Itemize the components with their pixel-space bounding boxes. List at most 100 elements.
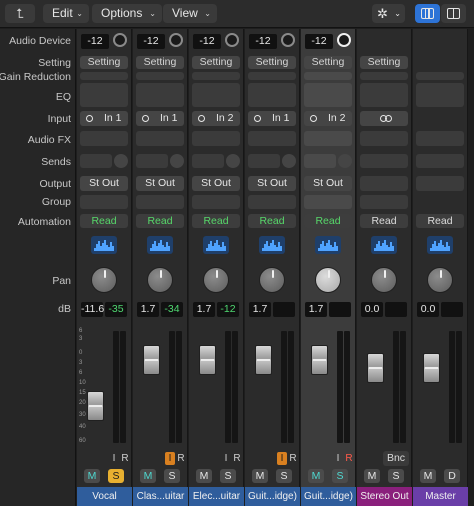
output-slot[interactable]: St Out (304, 176, 352, 191)
output-slot[interactable] (360, 176, 408, 191)
mute-button[interactable]: M (140, 469, 156, 483)
channel-name[interactable]: Elec...uitar (189, 487, 244, 506)
output-slot[interactable]: St Out (248, 176, 296, 191)
volume-db-value[interactable]: -11.6 (81, 302, 104, 317)
pan-knob[interactable] (259, 267, 285, 293)
mute-button[interactable]: M (364, 469, 380, 483)
mute-button[interactable]: M (252, 469, 268, 483)
gain-value[interactable]: -12 (137, 34, 165, 49)
volume-fader[interactable] (423, 353, 440, 383)
waveform-icon[interactable] (259, 236, 285, 254)
send-slot[interactable] (80, 154, 112, 168)
send-slot[interactable] (416, 154, 464, 168)
edit-menu[interactable]: Edit ⌄ (43, 4, 89, 23)
solo-button[interactable]: S (276, 469, 292, 483)
record-enable-button[interactable]: R (232, 452, 242, 465)
peak-db-value[interactable]: -12 (217, 302, 239, 317)
send-slot[interactable] (304, 154, 336, 168)
mute-button[interactable]: M (308, 469, 324, 483)
send-slot[interactable] (192, 154, 224, 168)
solo-button[interactable]: S (220, 469, 236, 483)
waveform-icon[interactable] (147, 236, 173, 254)
waveform-icon[interactable] (91, 236, 117, 254)
channel-name[interactable]: Clas...uitar (133, 487, 188, 506)
solo-button[interactable]: S (332, 469, 348, 483)
waveform-icon[interactable] (427, 236, 453, 254)
peak-db-value[interactable] (329, 302, 351, 317)
solo-button[interactable]: S (388, 469, 404, 483)
channel-name[interactable]: Master (413, 487, 468, 506)
automation-mode[interactable]: Read (304, 214, 352, 228)
record-enable-button[interactable]: R (120, 452, 130, 465)
volume-db-value[interactable]: 1.7 (137, 302, 159, 317)
output-slot[interactable] (416, 176, 464, 191)
volume-db-value[interactable]: 1.7 (305, 302, 327, 317)
gain-value[interactable]: -12 (249, 34, 277, 49)
send-level-knob[interactable] (338, 154, 352, 168)
group-slot[interactable] (80, 195, 128, 209)
gain-knob[interactable] (337, 33, 351, 47)
gain-knob[interactable] (225, 33, 239, 47)
settings-menu-button[interactable]: ✲ ⌄ (372, 4, 405, 23)
input-monitor-button[interactable]: I (333, 452, 343, 465)
automation-mode[interactable]: Read (192, 214, 240, 228)
audio-fx-slot[interactable] (192, 131, 240, 146)
send-level-knob[interactable] (282, 154, 296, 168)
volume-fader[interactable] (311, 345, 328, 376)
input-monitor-button[interactable]: I (109, 452, 119, 465)
back-button[interactable]: ⮤ (5, 4, 35, 23)
volume-fader[interactable] (367, 353, 384, 383)
automation-mode[interactable]: Read (248, 214, 296, 228)
input-monitor-button[interactable]: I (221, 452, 231, 465)
setting-button[interactable]: Setting (360, 56, 408, 69)
view-split-button[interactable] (441, 4, 466, 23)
gain-knob[interactable] (113, 33, 127, 47)
input-slot[interactable]: In 1 (80, 111, 128, 126)
waveform-icon[interactable] (203, 236, 229, 254)
audio-fx-slot[interactable] (136, 131, 184, 146)
output-slot[interactable]: St Out (136, 176, 184, 191)
peak-db-value[interactable]: -35 (105, 302, 127, 317)
view-tracks-button[interactable] (415, 4, 440, 23)
pan-knob[interactable] (147, 267, 173, 293)
group-slot[interactable] (136, 195, 184, 209)
channel-name[interactable]: Vocal (77, 487, 132, 506)
volume-db-value[interactable]: 1.7 (249, 302, 271, 317)
automation-mode[interactable]: Read (416, 214, 464, 228)
mute-button[interactable]: M (196, 469, 212, 483)
solo-button[interactable]: S (108, 469, 124, 483)
options-menu[interactable]: Options ⌄ (92, 4, 162, 23)
audio-fx-slot[interactable] (248, 131, 296, 146)
group-slot[interactable] (192, 195, 240, 209)
send-level-knob[interactable] (170, 154, 184, 168)
output-slot[interactable]: St Out (192, 176, 240, 191)
setting-button[interactable]: Setting (192, 56, 240, 69)
gain-value[interactable]: -12 (81, 34, 109, 49)
eq-slot[interactable] (192, 83, 240, 107)
pan-knob[interactable] (315, 267, 341, 293)
gain-knob[interactable] (169, 33, 183, 47)
input-slot[interactable]: In 2 (304, 111, 352, 126)
send-slot[interactable] (248, 154, 280, 168)
record-enable-button[interactable]: R (344, 452, 354, 465)
pan-knob[interactable] (91, 267, 117, 293)
setting-button[interactable]: Setting (136, 56, 184, 69)
send-slot[interactable] (360, 154, 408, 168)
volume-db-value[interactable]: 0.0 (417, 302, 439, 317)
volume-db-value[interactable]: 1.7 (193, 302, 215, 317)
automation-mode[interactable]: Read (136, 214, 184, 228)
pan-knob[interactable] (203, 267, 229, 293)
setting-button[interactable]: Setting (248, 56, 296, 69)
automation-mode[interactable]: Read (80, 214, 128, 228)
setting-button[interactable]: Setting (304, 56, 352, 69)
dim-button[interactable]: D (444, 469, 460, 483)
peak-db-value[interactable]: -34 (161, 302, 183, 317)
audio-fx-slot[interactable] (416, 131, 464, 146)
eq-slot[interactable] (304, 83, 352, 107)
send-slot[interactable] (136, 154, 168, 168)
output-slot[interactable]: St Out (80, 176, 128, 191)
input-slot[interactable] (360, 111, 408, 126)
channel-name[interactable]: Guit...idge) (245, 487, 300, 506)
send-level-knob[interactable] (226, 154, 240, 168)
mute-button[interactable]: M (84, 469, 100, 483)
